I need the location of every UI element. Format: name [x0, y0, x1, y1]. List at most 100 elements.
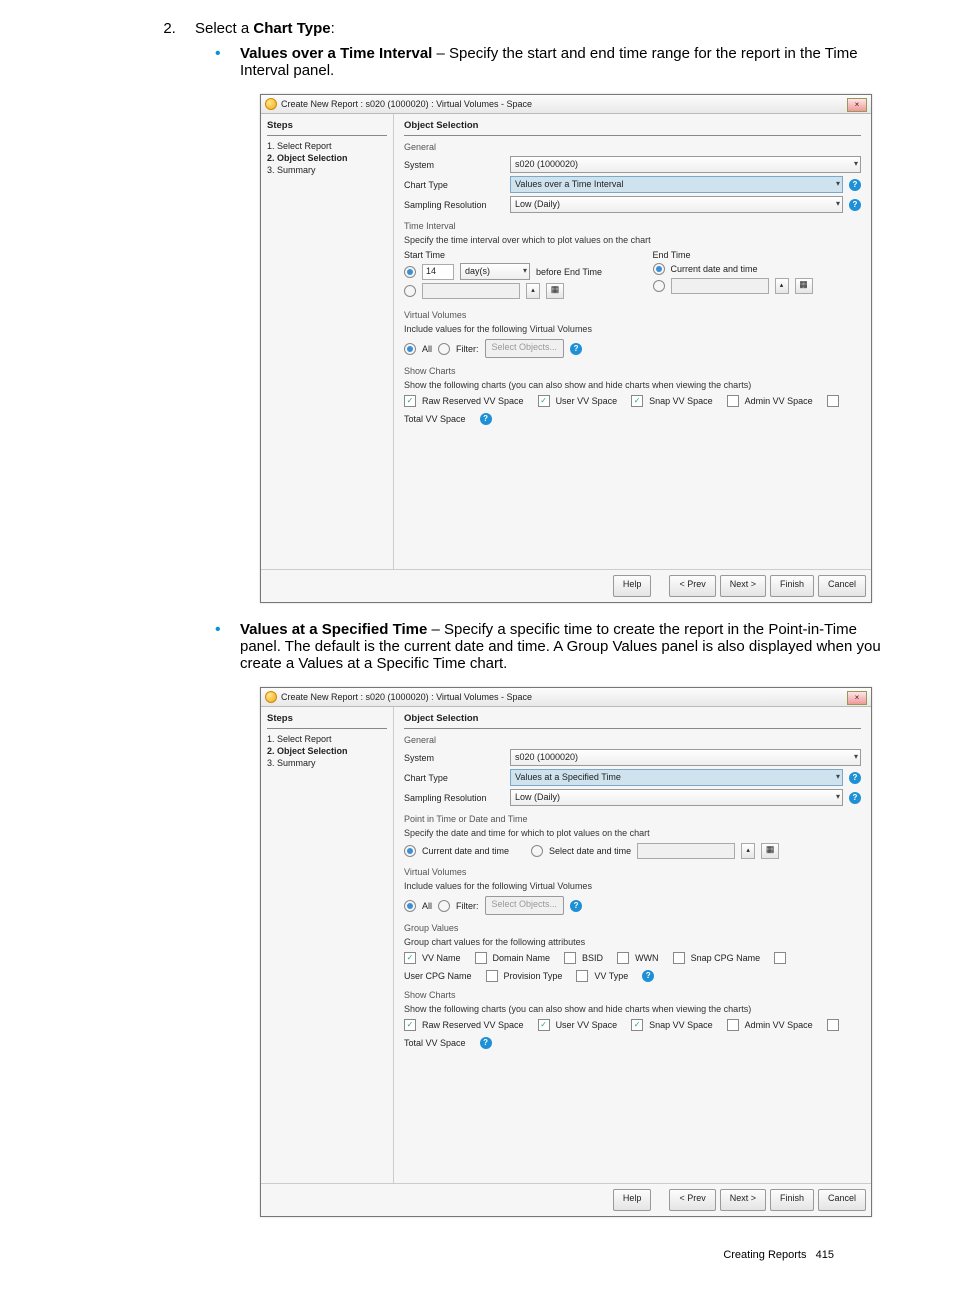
- select-objects-button[interactable]: Select Objects...: [485, 896, 565, 915]
- days-unit-select[interactable]: day(s): [460, 263, 530, 280]
- pit-select-radio[interactable]: [531, 845, 543, 857]
- checkbox[interactable]: [404, 1019, 416, 1031]
- step-summary[interactable]: Summary: [267, 757, 387, 769]
- close-icon[interactable]: ×: [847, 98, 867, 112]
- prev-button[interactable]: < Prev: [669, 575, 715, 597]
- chart-type-select[interactable]: Values at a Specified Time: [510, 769, 843, 786]
- select-objects-button[interactable]: Select Objects...: [485, 339, 565, 358]
- checkbox[interactable]: [404, 952, 416, 964]
- checkbox[interactable]: [538, 1019, 550, 1031]
- end-absolute-radio[interactable]: [653, 280, 665, 292]
- pit-current-radio[interactable]: [404, 845, 416, 857]
- checkbox[interactable]: [538, 395, 550, 407]
- info-icon[interactable]: ?: [849, 179, 861, 191]
- finish-button[interactable]: Finish: [770, 575, 814, 597]
- pit-date-input[interactable]: [637, 843, 735, 859]
- info-icon[interactable]: ?: [849, 772, 861, 784]
- checkbox-label: Admin VV Space: [745, 396, 813, 406]
- section-group-values: Group Values: [404, 923, 861, 933]
- vv-all-radio[interactable]: [404, 343, 416, 355]
- dialog-title-text: Create New Report : s020 (1000020) : Vir…: [281, 95, 532, 113]
- days-input[interactable]: 14: [422, 264, 454, 280]
- info-icon[interactable]: ?: [849, 792, 861, 804]
- end-current-radio[interactable]: [653, 263, 665, 275]
- info-icon[interactable]: ?: [480, 1037, 492, 1049]
- checkbox[interactable]: [727, 1019, 739, 1031]
- spinner-icon[interactable]: ▴: [526, 283, 540, 299]
- chart-type-label: Chart Type: [404, 180, 504, 190]
- cancel-button[interactable]: Cancel: [818, 575, 866, 597]
- finish-button[interactable]: Finish: [770, 1189, 814, 1211]
- calendar-icon[interactable]: ▦: [546, 283, 564, 299]
- info-icon[interactable]: ?: [570, 900, 582, 912]
- checkbox-label: Snap VV Space: [649, 396, 713, 406]
- checkbox[interactable]: [774, 952, 786, 964]
- checkbox[interactable]: [631, 395, 643, 407]
- info-icon[interactable]: ?: [849, 199, 861, 211]
- steps-header: Steps: [267, 118, 387, 136]
- step-summary[interactable]: Summary: [267, 164, 387, 176]
- checkbox[interactable]: [827, 1019, 839, 1031]
- cancel-button[interactable]: Cancel: [818, 1189, 866, 1211]
- checkbox[interactable]: [404, 395, 416, 407]
- step-object-selection[interactable]: Object Selection: [267, 152, 387, 164]
- checkbox-label: Total VV Space: [404, 414, 466, 424]
- section-point-in-time: Point in Time or Date and Time: [404, 814, 861, 824]
- chart-type-label: Chart Type: [404, 773, 504, 783]
- vv-filter-radio[interactable]: [438, 900, 450, 912]
- sampling-select[interactable]: Low (Daily): [510, 196, 843, 213]
- calendar-icon[interactable]: ▦: [795, 278, 813, 294]
- start-relative-radio[interactable]: [404, 266, 416, 278]
- checkbox-label: Snap CPG Name: [691, 953, 761, 963]
- checkbox-label: Snap VV Space: [649, 1020, 713, 1030]
- checkbox[interactable]: [475, 952, 487, 964]
- spinner-icon[interactable]: ▴: [741, 843, 755, 859]
- content-header: Object Selection: [404, 118, 861, 136]
- info-icon[interactable]: ?: [642, 970, 654, 982]
- show-charts-checks: Raw Reserved VV SpaceUser VV SpaceSnap V…: [404, 395, 861, 425]
- section-time-interval: Time Interval: [404, 221, 861, 231]
- system-select[interactable]: s020 (1000020): [510, 156, 861, 173]
- steps-sidebar: Steps Select Report Object Selection Sum…: [261, 707, 394, 1183]
- info-icon[interactable]: ?: [480, 413, 492, 425]
- vv-filter-radio[interactable]: [438, 343, 450, 355]
- step-select-report[interactable]: Select Report: [267, 733, 387, 745]
- checkbox[interactable]: [617, 952, 629, 964]
- chart-type-select[interactable]: Values over a Time Interval: [510, 176, 843, 193]
- next-button[interactable]: Next >: [720, 575, 766, 597]
- page-footer: Creating Reports 415: [723, 1249, 834, 1261]
- checkbox[interactable]: [576, 970, 588, 982]
- dialog-titlebar[interactable]: Create New Report : s020 (1000020) : Vir…: [261, 95, 871, 114]
- checkbox[interactable]: [827, 395, 839, 407]
- bullet-values-interval: Values over a Time Interval – Specify th…: [225, 45, 894, 79]
- spinner-icon[interactable]: ▴: [775, 278, 789, 294]
- show-charts-checks: Raw Reserved VV SpaceUser VV SpaceSnap V…: [404, 1019, 861, 1049]
- checkbox-label: VV Type: [594, 971, 628, 981]
- start-absolute-radio[interactable]: [404, 285, 416, 297]
- sampling-select[interactable]: Low (Daily): [510, 789, 843, 806]
- dialog-titlebar[interactable]: Create New Report : s020 (1000020) : Vir…: [261, 688, 871, 707]
- system-select[interactable]: s020 (1000020): [510, 749, 861, 766]
- step-select-report[interactable]: Select Report: [267, 140, 387, 152]
- help-button[interactable]: Help: [613, 1189, 652, 1211]
- checkbox[interactable]: [673, 952, 685, 964]
- next-button[interactable]: Next >: [720, 1189, 766, 1211]
- section-general: General: [404, 142, 861, 152]
- checkbox[interactable]: [727, 395, 739, 407]
- calendar-icon[interactable]: ▦: [761, 843, 779, 859]
- sampling-label: Sampling Resolution: [404, 793, 504, 803]
- step-object-selection[interactable]: Object Selection: [267, 745, 387, 757]
- checkbox[interactable]: [486, 970, 498, 982]
- checkbox[interactable]: [564, 952, 576, 964]
- help-button[interactable]: Help: [613, 575, 652, 597]
- close-icon[interactable]: ×: [847, 691, 867, 705]
- info-icon[interactable]: ?: [570, 343, 582, 355]
- sampling-label: Sampling Resolution: [404, 200, 504, 210]
- end-date-input[interactable]: [671, 278, 769, 294]
- start-date-input[interactable]: [422, 283, 520, 299]
- prev-button[interactable]: < Prev: [669, 1189, 715, 1211]
- checkbox[interactable]: [631, 1019, 643, 1031]
- bullet-values-specified: Values at a Specified Time – Specify a s…: [225, 621, 894, 672]
- section-virtual-volumes: Virtual Volumes: [404, 310, 861, 320]
- vv-all-radio[interactable]: [404, 900, 416, 912]
